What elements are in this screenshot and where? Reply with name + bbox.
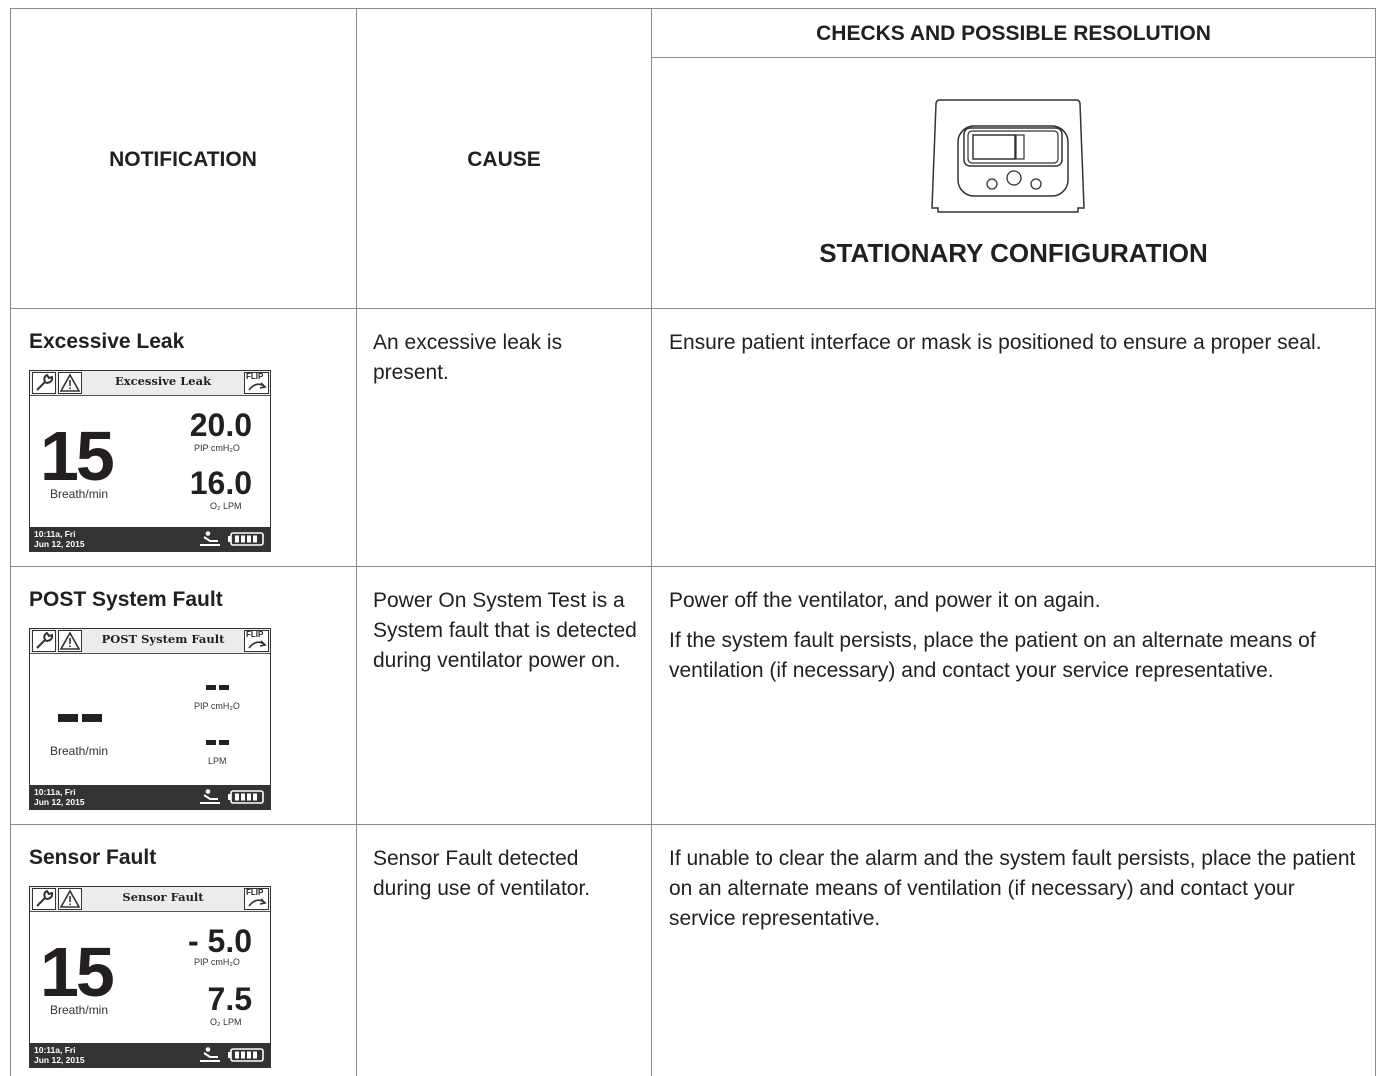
wrench-icon	[32, 372, 56, 394]
resolution-paragraph: Ensure patient interface or mask is posi…	[669, 331, 1322, 354]
row-divider-1	[10, 566, 1375, 567]
screen-time: 10:11a, Fri	[34, 1045, 76, 1055]
alert-triangle-icon	[58, 630, 82, 652]
o2-label: LPM	[208, 756, 227, 766]
screen-post-system-fault: POST System Fault FLIP Breath/min PIP cm…	[29, 628, 271, 810]
notification-excessive-leak: Excessive Leak	[29, 330, 185, 353]
breath-rate-label: Breath/min	[50, 487, 109, 501]
breath-rate-value: 15	[40, 417, 115, 495]
screen-footer: 10:11a, Fri Jun 12, 2015	[30, 785, 270, 809]
battery-icon	[228, 1048, 264, 1062]
flip-label: FLIP	[246, 888, 264, 897]
screen-top-bar: Sensor Fault FLIP	[30, 887, 270, 912]
screen-datetime: 10:11a, Fri Jun 12, 2015	[34, 1045, 85, 1065]
flip-label: FLIP	[246, 372, 264, 381]
patient-icon	[200, 789, 220, 804]
pip-label: PIP cmH₂O	[194, 957, 240, 967]
resolution-post-system-fault: Power off the ventilator, and power it o…	[669, 586, 1359, 696]
o2-placeholder	[206, 740, 216, 745]
pip-label: PIP cmH₂O	[194, 443, 240, 453]
flip-label: FLIP	[246, 630, 264, 639]
header-checks-resolution: CHECKS AND POSSIBLE RESOLUTION	[816, 22, 1211, 45]
header-notification: NOTIFICATION	[109, 148, 257, 171]
screen-time: 10:11a, Fri	[34, 529, 76, 539]
o2-label: O₂ LPM	[210, 1017, 242, 1027]
wrench-icon	[32, 630, 56, 652]
resolution-paragraph: If the system fault persists, place the …	[669, 629, 1316, 682]
screen-date: Jun 12, 2015	[34, 539, 85, 549]
screen-top-bar: Excessive Leak FLIP	[30, 371, 270, 396]
footer-icons	[200, 531, 264, 546]
breath-rate-label: Breath/min	[50, 1003, 109, 1017]
screen-footer: 10:11a, Fri Jun 12, 2015	[30, 527, 270, 551]
cause-excessive-leak: An excessive leak is present.	[373, 331, 563, 384]
notification-post-system-fault: POST System Fault	[29, 588, 223, 611]
alert-triangle-icon	[58, 888, 82, 910]
cause-post-system-fault: Power On System Test is a System fault t…	[373, 589, 637, 672]
patient-icon	[200, 1047, 220, 1062]
o2-placeholder	[219, 740, 229, 745]
breath-rate-placeholder	[58, 714, 78, 722]
screen-footer: 10:11a, Fri Jun 12, 2015	[30, 1043, 270, 1067]
resolution-paragraph: Power off the ventilator, and power it o…	[669, 589, 1101, 612]
o2-value: 16.0	[189, 465, 252, 501]
o2-value: 7.5	[207, 981, 252, 1017]
screen-alarm-title: Sensor Fault	[122, 890, 204, 904]
battery-icon	[228, 790, 264, 804]
pip-value: - 5.0	[187, 923, 252, 959]
pip-placeholder	[206, 685, 216, 690]
screen-top-bar: POST System Fault FLIP	[30, 629, 270, 654]
column-divider-2	[651, 8, 652, 1076]
header-row-bottom	[10, 308, 1375, 309]
resolution-sensor-fault: If unable to clear the alarm and the sys…	[669, 844, 1359, 944]
pip-placeholder	[219, 685, 229, 690]
pip-label: PIP cmH₂O	[194, 701, 240, 711]
screen-date: Jun 12, 2015	[34, 1055, 85, 1065]
alert-triangle-icon	[58, 372, 82, 394]
o2-label: O₂ LPM	[210, 501, 242, 511]
flip-icon: FLIP	[244, 888, 269, 910]
ventilator-device-illustration	[931, 99, 1085, 213]
screen-sensor-fault: Sensor Fault FLIP 15 Breath/min - 5.0 PI…	[29, 886, 271, 1068]
resolution-paragraph: If unable to clear the alarm and the sys…	[669, 847, 1356, 930]
footer-icons	[200, 789, 264, 804]
header-divider-checks	[652, 57, 1375, 58]
breath-rate-label: Breath/min	[50, 744, 109, 758]
header-cause: CAUSE	[467, 148, 541, 171]
cause-sensor-fault: Sensor Fault detected during use of vent…	[373, 847, 591, 900]
resolution-excessive-leak: Ensure patient interface or mask is posi…	[669, 328, 1359, 368]
footer-icons	[200, 1047, 264, 1062]
flip-icon: FLIP	[244, 372, 269, 394]
screen-excessive-leak: Excessive Leak FLIP 15 Breath/min 20.0 P…	[29, 370, 271, 552]
screen-alarm-title: POST System Fault	[101, 632, 225, 646]
screen-alarm-title: Excessive Leak	[114, 374, 212, 388]
breath-rate-value: 15	[40, 933, 115, 1011]
notification-sensor-fault: Sensor Fault	[29, 846, 157, 869]
breath-rate-placeholder	[82, 714, 102, 722]
wrench-icon	[32, 888, 56, 910]
pip-value: 20.0	[189, 407, 252, 443]
screen-time: 10:11a, Fri	[34, 787, 76, 797]
table-border-top	[10, 8, 1375, 9]
patient-icon	[200, 531, 220, 546]
battery-icon	[228, 532, 264, 546]
flip-icon: FLIP	[244, 630, 269, 652]
row-divider-2	[10, 824, 1375, 825]
screen-datetime: 10:11a, Fri Jun 12, 2015	[34, 529, 85, 549]
header-stationary-configuration: STATIONARY CONFIGURATION	[819, 238, 1208, 268]
screen-datetime: 10:11a, Fri Jun 12, 2015	[34, 787, 85, 807]
screen-date: Jun 12, 2015	[34, 797, 85, 807]
